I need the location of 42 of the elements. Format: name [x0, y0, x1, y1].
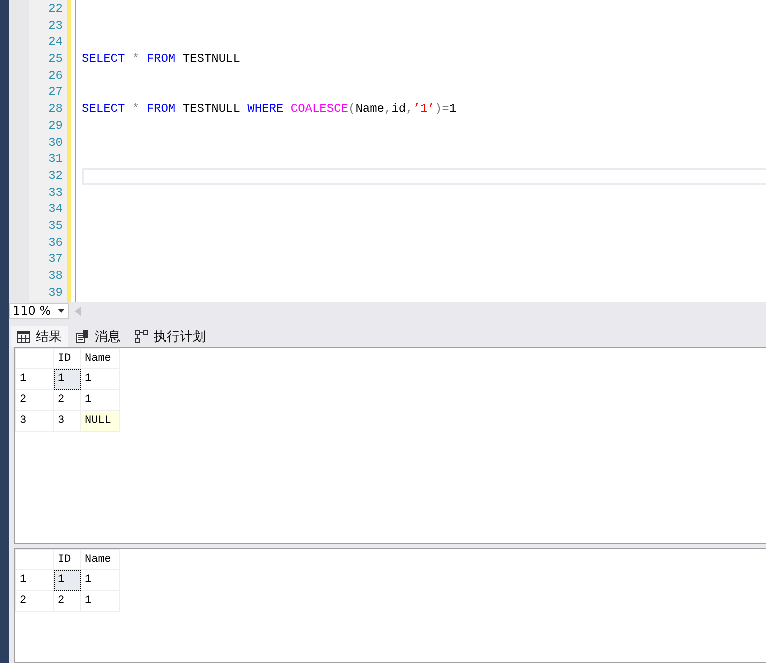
- line-number: 39: [48, 284, 64, 302]
- column-header: ID: [54, 550, 80, 570]
- table-cell: NULL: [80, 410, 120, 432]
- line-number: 32: [48, 168, 64, 185]
- table-cell: 1: [54, 570, 80, 590]
- zoom-dropdown[interactable]: 110 %: [9, 303, 69, 319]
- line-number: 31: [48, 151, 64, 168]
- table-cell: 2: [54, 390, 80, 410]
- table-cell: 1: [80, 368, 120, 390]
- line-number: 36: [48, 234, 64, 252]
- row-number: 2: [16, 390, 54, 410]
- caret-icon: [58, 309, 65, 313]
- result-tab[interactable]: 结果: [11, 326, 68, 347]
- column-header: Name: [80, 348, 120, 368]
- code-line: SELECT * FROM TESTNULL WHERE COALESCE(Name,id,’1’)=1: [82, 102, 457, 116]
- line-number: 30: [48, 134, 64, 152]
- row-number: 3: [16, 410, 54, 432]
- column-header: Name: [80, 550, 120, 570]
- column-header: ID: [54, 348, 80, 368]
- table-cell: 1: [54, 368, 80, 390]
- row-number: 2: [16, 590, 54, 612]
- code-line: SELECT * FROM TESTNULL: [82, 52, 240, 66]
- table-cell: 1: [80, 570, 120, 590]
- table-cell: 1: [80, 590, 120, 612]
- line-number: 38: [48, 268, 64, 285]
- line-number: 35: [48, 218, 64, 235]
- line-number: 29: [48, 118, 64, 134]
- plan-icon: [135, 330, 148, 343]
- line-number: 33: [48, 184, 64, 202]
- line-number: 25: [48, 51, 64, 68]
- line-number: 26: [48, 68, 64, 84]
- line-number: 23: [48, 18, 64, 34]
- table-cell: 2: [54, 590, 80, 612]
- line-number: 27: [48, 84, 64, 102]
- line-number: 28: [48, 101, 64, 118]
- message-icon: [76, 330, 89, 343]
- grid-icon: [17, 330, 30, 342]
- line-number: 22: [48, 1, 64, 18]
- line-number: 37: [48, 251, 64, 268]
- scroll-left-icon[interactable]: [75, 306, 81, 316]
- line-number: 34: [48, 201, 64, 218]
- line-number: 24: [48, 34, 64, 52]
